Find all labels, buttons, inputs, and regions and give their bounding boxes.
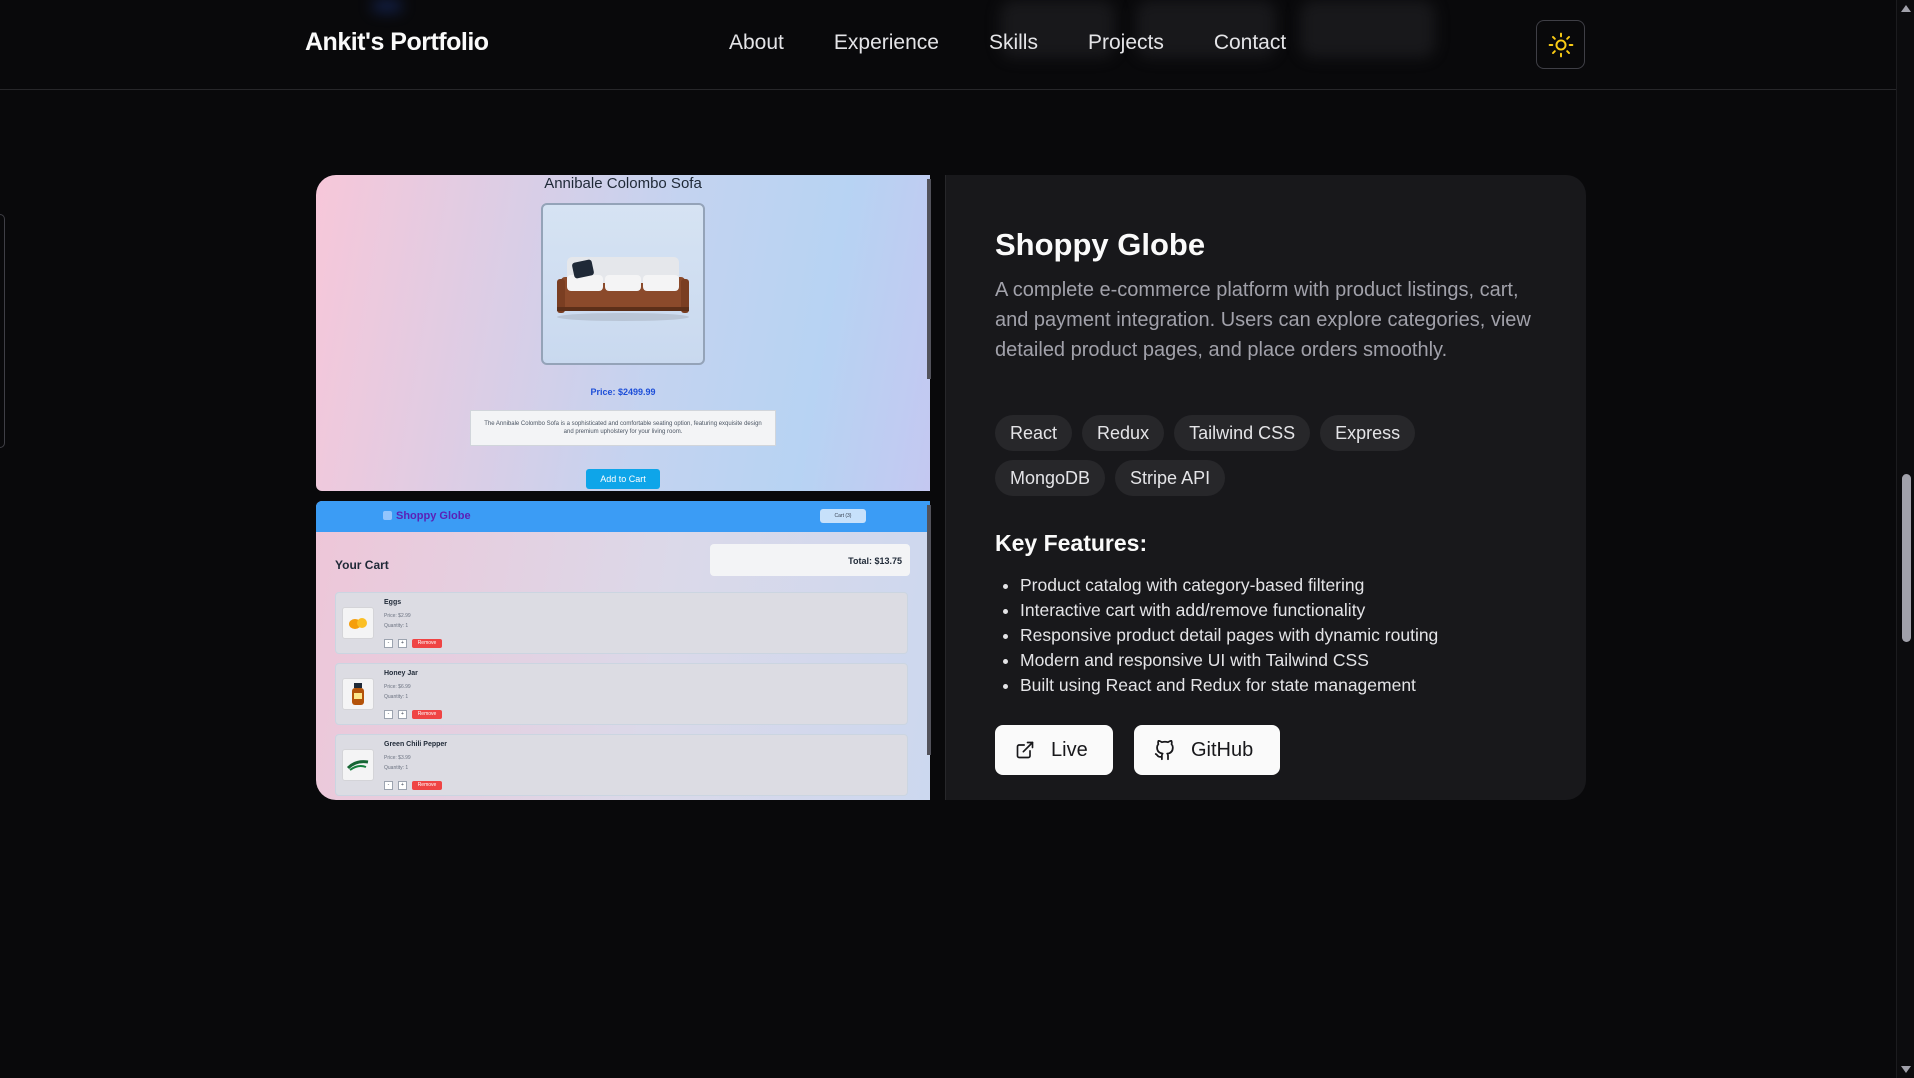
cart-item-price: Price: $2.99 — [384, 613, 411, 619]
live-demo-button[interactable]: Live — [995, 725, 1113, 775]
project-screenshots[interactable]: Annibale Colombo Sofa Price: $2499.99 Th… — [316, 175, 946, 800]
chili-pepper-image — [342, 749, 374, 781]
decrease-quantity-button: - — [384, 710, 393, 719]
cart-item: Eggs Price: $2.99 Quantity: 1 - + Remove — [335, 592, 908, 654]
feature-item: Modern and responsive UI with Tailwind C… — [1020, 648, 1580, 673]
cart-header: Shoppy Globe Cart (3) — [316, 501, 930, 532]
tech-tag: Express — [1320, 415, 1416, 451]
scroll-up-arrow-icon[interactable] — [1900, 3, 1912, 15]
features-list: Product catalog with category-based filt… — [1020, 573, 1580, 698]
product-title: Annibale Colombo Sofa — [544, 175, 702, 192]
feature-item: Product catalog with category-based filt… — [1020, 573, 1580, 598]
scroll-down-arrow-icon[interactable] — [1900, 1063, 1912, 1075]
remove-item-button: Remove — [412, 781, 442, 790]
cart-item-price: Price: $6.99 — [384, 684, 411, 690]
tech-tag: Tailwind CSS — [1174, 415, 1311, 451]
product-price: Price: $2499.99 — [590, 387, 656, 397]
cart-item: Green Chili Pepper Price: $3.99 Quantity… — [335, 734, 908, 796]
external-link-icon — [1016, 741, 1034, 759]
feature-item: Built using React and Redux for state ma… — [1020, 673, 1580, 698]
screenshot-scrollbar — [927, 505, 931, 755]
nav-link-skills[interactable]: Skills — [989, 31, 1038, 55]
remove-item-button: Remove — [412, 639, 442, 648]
features-heading: Key Features: — [995, 530, 1148, 556]
github-label: GitHub — [1191, 738, 1254, 761]
nav-link-about[interactable]: About — [729, 31, 784, 55]
sofa-image — [557, 257, 689, 321]
page: Ankit's Portfolio About Experience Skill… — [0, 0, 1914, 1078]
product-image-frame — [541, 203, 705, 365]
tech-tags: React Redux Tailwind CSS Express MongoDB… — [995, 415, 1535, 505]
increase-quantity-button: + — [398, 710, 407, 719]
cart-total: Total: $13.75 — [710, 544, 910, 576]
project-title: Shoppy Globe — [995, 227, 1206, 262]
tech-tag: React — [995, 415, 1073, 451]
cart-item-quantity: Quantity: 1 — [384, 623, 409, 629]
nav-link-contact[interactable]: Contact — [1214, 31, 1286, 55]
side-panel-edge[interactable] — [0, 214, 5, 448]
page-scrollbar[interactable] — [1896, 0, 1914, 1078]
cart-item-price: Price: $3.99 — [384, 755, 411, 761]
cart-logo-icon — [383, 511, 392, 520]
tech-tag: Redux — [1082, 415, 1165, 451]
live-label: Live — [1051, 738, 1088, 761]
product-page-screenshot: Annibale Colombo Sofa Price: $2499.99 Th… — [316, 175, 930, 491]
cart-count-button: Cart (3) — [820, 509, 866, 523]
feature-item: Responsive product detail pages with dyn… — [1020, 623, 1580, 648]
screenshot-scrollbar — [927, 179, 931, 379]
github-icon — [1154, 739, 1174, 760]
cart-heading: Your Cart — [335, 558, 389, 572]
github-button[interactable]: GitHub — [1134, 725, 1280, 775]
feature-item: Interactive cart with add/remove functio… — [1020, 598, 1580, 623]
nav-link-experience[interactable]: Experience — [834, 31, 939, 55]
tech-tag: Stripe API — [1115, 460, 1226, 496]
brand-logo[interactable]: Ankit's Portfolio — [305, 28, 489, 57]
cart-item-quantity: Quantity: 1 — [384, 694, 409, 700]
project-card: Annibale Colombo Sofa Price: $2499.99 Th… — [316, 175, 1586, 800]
decrease-quantity-button: - — [384, 781, 393, 790]
scrollbar-thumb[interactable] — [1902, 474, 1911, 642]
sun-icon — [1548, 32, 1573, 57]
cart-item: Honey Jar Price: $6.99 Quantity: 1 - + R… — [335, 663, 908, 725]
tech-tag: MongoDB — [995, 460, 1106, 496]
cart-page-screenshot: Shoppy Globe Cart (3) Your Cart Total: $… — [316, 501, 930, 800]
project-description: A complete e-commerce platform with prod… — [995, 279, 1531, 361]
cart-item-name: Honey Jar — [384, 670, 418, 677]
increase-quantity-button: + — [398, 639, 407, 648]
decrease-quantity-button: - — [384, 639, 393, 648]
honey-jar-image — [342, 678, 374, 710]
product-description: The Annibale Colombo Sofa is a sophistic… — [470, 410, 776, 446]
theme-toggle-button[interactable] — [1536, 20, 1585, 69]
nav-link-projects[interactable]: Projects — [1088, 31, 1164, 55]
blurred-glow — [372, 0, 402, 12]
remove-item-button: Remove — [412, 710, 442, 719]
cart-item-name: Green Chili Pepper — [384, 741, 448, 748]
cart-logo-text: Shoppy Globe — [396, 510, 471, 522]
cart-item-quantity: Quantity: 1 — [384, 765, 409, 771]
navbar: Ankit's Portfolio About Experience Skill… — [0, 0, 1896, 90]
nav-links: About Experience Skills Projects Contact — [729, 31, 1336, 55]
eggs-image — [342, 607, 374, 639]
add-to-cart-button: Add to Cart — [586, 469, 660, 489]
cart-item-name: Eggs — [384, 599, 402, 606]
increase-quantity-button: + — [398, 781, 407, 790]
